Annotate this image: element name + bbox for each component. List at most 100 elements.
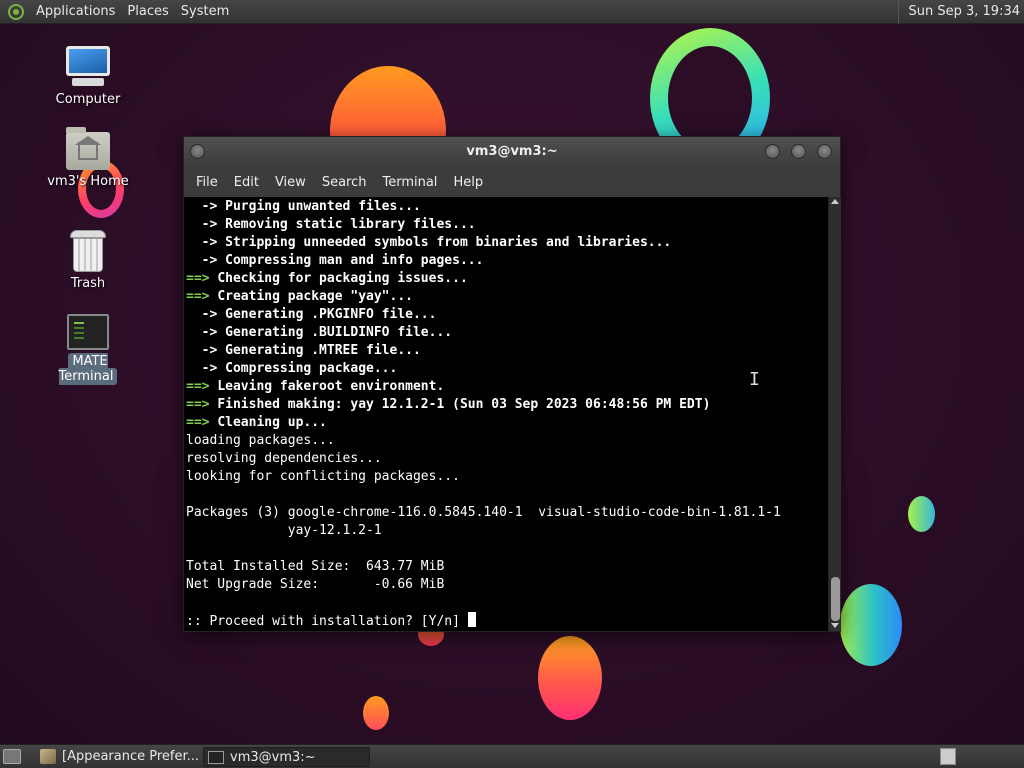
decor-orange-blob-mid [538,636,602,720]
terminal-line-prefix: -> [186,361,226,376]
window-menu-button[interactable] [190,144,205,159]
terminal-line: -> Generating .PKGINFO file... [186,306,828,324]
terminal-line-text: Checking for packaging issues... [217,271,468,286]
window-titlebar[interactable]: vm3@vm3:~ [184,137,840,167]
terminal-icon [67,314,109,350]
system-menu[interactable]: System [175,4,235,19]
terminal-line: -> Generating .BUILDINFO file... [186,324,828,342]
terminal-line: -> Removing static library files... [186,216,828,234]
terminal-line-prefix: -> [186,253,226,268]
terminal-line-text: Total Installed Size: 643.77 MiB [186,559,445,574]
terminal-line: loading packages... [186,432,828,450]
terminal-line-text: Compressing man and info pages... [225,253,484,268]
desktop-icon-label: MATE Terminal [58,353,118,385]
terminal-output[interactable]: -> Purging unwanted files... -> Removing… [184,197,828,631]
terminal-line: -> Stripping unneeded symbols from binar… [186,234,828,252]
computer-icon [64,46,112,88]
desktop-icon-label: vm3's Home [47,174,129,189]
home-folder-icon [66,127,110,170]
terminal-line-text: :: Proceed with installation? [Y/n] [186,614,468,629]
menu-terminal[interactable]: Terminal [374,175,445,190]
terminal-line-prefix: ==> [186,397,218,412]
terminal-line: ==> Creating package "yay"... [186,288,828,306]
terminal-line-text: Stripping unneeded symbols from binaries… [225,235,672,250]
terminal-menubar: File Edit View Search Terminal Help [184,167,840,197]
terminal-line-prefix: -> [186,307,226,322]
terminal-line: ==> Leaving fakeroot environment. [186,378,828,396]
desktop-icon-trash[interactable]: Trash [38,230,138,291]
menu-edit[interactable]: Edit [226,175,267,190]
terminal-line-prefix: ==> [186,271,218,286]
terminal-line-text: Removing static library files... [225,217,476,232]
menu-search[interactable]: Search [314,175,375,190]
terminal-line: Net Upgrade Size: -0.66 MiB [186,576,828,594]
terminal-line-prefix: -> [186,199,226,214]
terminal-line-text: Compressing package... [225,361,398,376]
decor-green-blob-small [908,496,935,532]
close-button[interactable] [817,144,832,159]
terminal-line: Packages (3) google-chrome-116.0.5845.14… [186,504,828,522]
taskbar-item-label: [Appearance Prefer... [62,749,198,764]
terminal-line: -> Generating .MTREE file... [186,342,828,360]
decor-orange-blob-small [363,696,389,730]
taskbar-item-terminal[interactable]: vm3@vm3:~ [203,747,370,767]
applications-menu[interactable]: Applications [30,4,121,19]
maximize-button[interactable] [791,144,806,159]
menu-view[interactable]: View [267,175,314,190]
terminal-line-prefix: ==> [186,289,218,304]
mate-logo-icon[interactable] [8,3,24,20]
appearance-icon [40,749,56,764]
taskbar-item-label: vm3@vm3:~ [230,750,316,765]
menu-help[interactable]: Help [445,175,491,190]
terminal-line-text: Packages (3) google-chrome-116.0.5845.14… [186,505,781,520]
terminal-line-text: Purging unwanted files... [225,199,421,214]
clock[interactable]: Sun Sep 3, 19:34 [897,0,1020,24]
desktop-icon-mate-terminal[interactable]: MATE Terminal [38,314,138,385]
terminal-line: yay-12.1.2-1 [186,522,828,540]
terminal-line: -> Purging unwanted files... [186,198,828,216]
terminal-line-prefix: -> [186,325,226,340]
terminal-line: resolving dependencies... [186,450,828,468]
desktop-icon-computer[interactable]: Computer [38,46,138,107]
terminal-line-prefix: -> [186,343,226,358]
terminal-line: ==> Finished making: yay 12.1.2-1 (Sun 0… [186,396,828,414]
desktop-icon-home[interactable]: vm3's Home [38,127,138,189]
text-cursor-icon: I [749,369,760,390]
terminal-line-text: Leaving fakeroot environment. [217,379,445,394]
menu-file[interactable]: File [188,175,226,190]
decor-green-blob-big [840,584,902,666]
terminal-line: looking for conflicting packages... [186,468,828,486]
terminal-line: Total Installed Size: 643.77 MiB [186,558,828,576]
terminal-line-text: yay-12.1.2-1 [186,523,382,538]
terminal-line: ==> Cleaning up... [186,414,828,432]
terminal-line: -> Compressing man and info pages... [186,252,828,270]
terminal-window: vm3@vm3:~ File Edit View Search Terminal… [183,136,841,632]
scroll-down-icon[interactable] [831,623,839,628]
terminal-line-text: Generating .PKGINFO file... [225,307,437,322]
workspace-switcher[interactable] [940,748,956,765]
top-panel: Applications Places System Sun Sep 3, 19… [0,0,1024,24]
terminal-line-prefix: -> [186,217,226,232]
minimize-button[interactable] [765,144,780,159]
scroll-thumb[interactable] [831,577,840,621]
terminal-line-text: Creating package "yay"... [217,289,413,304]
window-title: vm3@vm3:~ [466,144,558,159]
desktop-icon-label: Computer [55,92,121,107]
terminal-line-text: Net Upgrade Size: -0.66 MiB [186,577,445,592]
terminal-line: ==> Checking for packaging issues... [186,270,828,288]
terminal-line-text: Finished making: yay 12.1.2-1 (Sun 03 Se… [217,397,711,412]
terminal-line: :: Proceed with installation? [Y/n] [186,612,828,630]
desktop-icon-label: Trash [70,276,106,291]
scroll-up-icon[interactable] [831,199,839,204]
show-desktop-button[interactable] [3,749,21,764]
terminal-line-text: Generating .BUILDINFO file... [225,325,453,340]
taskbar-item-appearance[interactable]: [Appearance Prefer... [36,747,198,767]
terminal-line-prefix: -> [186,235,226,250]
places-menu[interactable]: Places [121,4,174,19]
terminal-scrollbar[interactable] [828,197,841,631]
terminal-line-text: looking for conflicting packages... [186,469,460,484]
terminal-icon [208,751,224,764]
